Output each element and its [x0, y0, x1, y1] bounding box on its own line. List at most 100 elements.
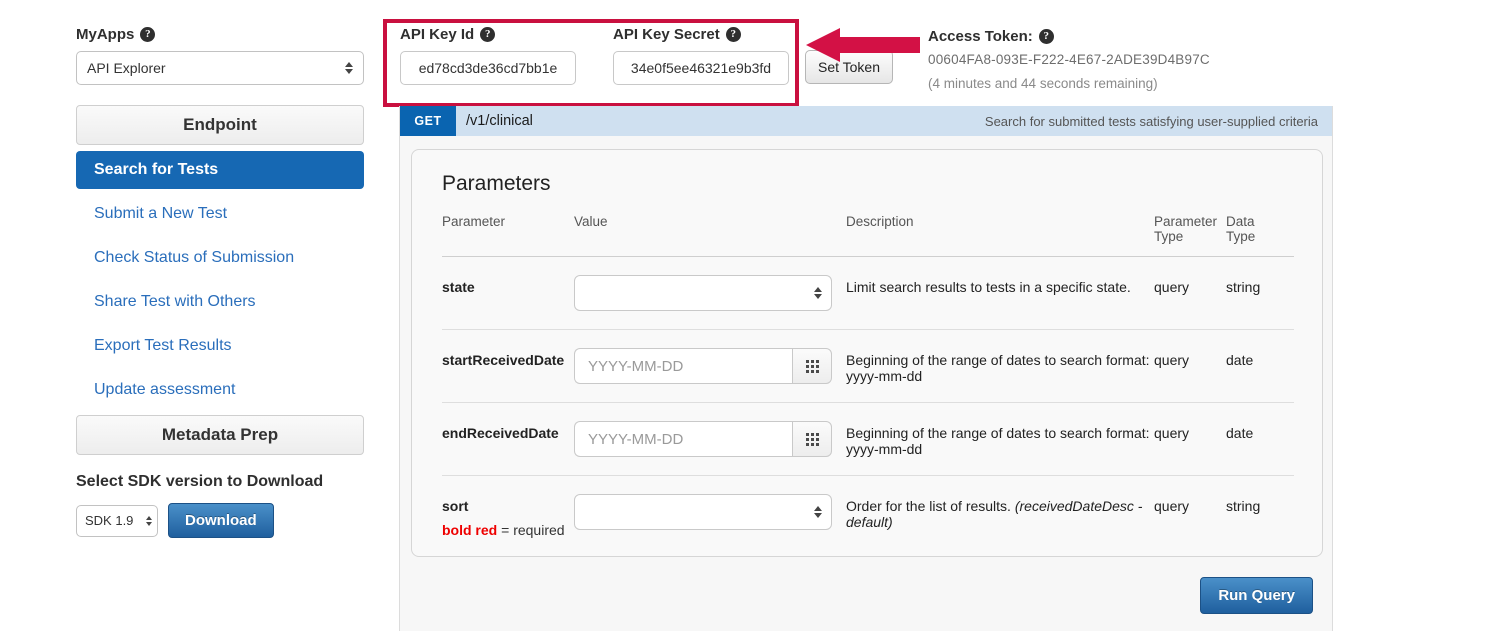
data-type-line1: Data: [1226, 214, 1255, 229]
table-row: state Limit search results to tests in a…: [442, 256, 1294, 330]
param-type-endreceiveddate: query: [1154, 402, 1226, 476]
param-name-startreceiveddate: startReceivedDate: [442, 329, 574, 403]
myapps-label-text: MyApps: [76, 26, 135, 43]
api-key-id-group: API Key Id ? ed78cd3de36cd7bb1e: [400, 26, 576, 85]
column-header-value: Value: [574, 214, 846, 257]
column-header-parameter: Parameter: [442, 214, 574, 257]
calendar-picker-button[interactable]: [792, 421, 832, 457]
table-row: endReceivedDate YYYY-MM-DD Beginning of …: [442, 402, 1294, 476]
required-legend-rest: = required: [497, 522, 565, 538]
myapps-select-value: API Explorer: [87, 60, 166, 76]
calendar-picker-button[interactable]: [792, 348, 832, 384]
sidebar-item-label: Check Status of Submission: [94, 249, 295, 266]
access-token-value: 00604FA8-093E-F222-4E67-2ADE39D4B97C: [928, 52, 1210, 67]
api-key-id-value: ed78cd3de36cd7bb1e: [418, 60, 558, 76]
api-key-secret-value: 34e0f5ee46321e9b3fd: [630, 60, 772, 76]
sidebar-item-label: Export Test Results: [94, 337, 232, 354]
param-type-startreceiveddate: query: [1154, 329, 1226, 403]
chevron-updown-icon: [146, 515, 152, 526]
sdk-download-row: SDK 1.9 Download: [76, 503, 366, 538]
sidebar-item-label: Share Test with Others: [94, 293, 256, 310]
help-icon[interactable]: ?: [725, 27, 741, 42]
help-icon[interactable]: ?: [140, 27, 156, 42]
param-value-cell-sort: [574, 476, 846, 549]
table-row: startReceivedDate YYYY-MM-DD Beginning o…: [442, 329, 1294, 403]
required-legend: bold red = required: [442, 522, 565, 538]
required-legend-bold: bold red: [442, 522, 498, 538]
data-type-sort: string: [1226, 498, 1261, 514]
chevron-updown-icon: [345, 62, 353, 74]
run-query-button[interactable]: Run Query: [1200, 577, 1313, 614]
sidebar-item-share-test-with-others[interactable]: Share Test with Others: [76, 283, 364, 321]
left-pointing-arrow-icon: [806, 28, 920, 62]
access-token-box: Access Token: ? 00604FA8-093E-F222-4E67-…: [928, 28, 1210, 91]
parameters-table: Parameter Value Description Parameter Ty…: [442, 214, 1294, 548]
parameters-title: Parameters: [442, 172, 551, 195]
myapps-select[interactable]: API Explorer: [76, 51, 364, 85]
param-name-state: state: [442, 256, 574, 330]
param-description-state: Limit search results to tests in a speci…: [846, 256, 1154, 330]
api-key-secret-label: API Key Secret ?: [613, 26, 789, 43]
metadata-prep-section-header: Metadata Prep: [76, 415, 364, 455]
access-token-title: Access Token: ?: [928, 28, 1210, 45]
sidebar-item-export-test-results[interactable]: Export Test Results: [76, 327, 364, 365]
help-icon[interactable]: ?: [480, 27, 496, 42]
api-key-secret-group: API Key Secret ? 34e0f5ee46321e9b3fd: [613, 26, 789, 85]
endpoint-section-header: Endpoint: [76, 105, 364, 145]
http-method-badge: GET: [400, 106, 456, 136]
calendar-grid-icon: [805, 432, 819, 446]
endpoint-section-header-label: Endpoint: [183, 115, 257, 134]
endpoint-nav-list: Search for Tests Submit a New Test Check…: [76, 151, 364, 409]
access-token-remaining: (4 minutes and 44 seconds remaining): [928, 76, 1158, 91]
api-key-secret-label-text: API Key Secret: [613, 26, 720, 43]
sort-select[interactable]: [574, 494, 832, 530]
startreceiveddate-input[interactable]: YYYY-MM-DD: [574, 348, 792, 384]
param-value-cell-endreceiveddate: YYYY-MM-DD: [574, 402, 846, 476]
parameter-type-line2: Type: [1154, 229, 1184, 244]
parameters-table-header-row: Parameter Value Description Parameter Ty…: [442, 214, 1294, 257]
main-panel: GET /v1/clinical Search for submitted te…: [399, 106, 1333, 631]
param-description-sort: Order for the list of results. (received…: [846, 476, 1154, 549]
api-key-id-label-text: API Key Id: [400, 26, 475, 43]
sidebar-item-label: Search for Tests: [94, 161, 219, 178]
param-type-sort: query: [1154, 498, 1190, 514]
help-icon[interactable]: ?: [1038, 29, 1054, 44]
calendar-grid-icon: [805, 359, 819, 373]
endpoint-description: Search for submitted tests satisfying us…: [984, 113, 1318, 129]
api-key-id-input[interactable]: ed78cd3de36cd7bb1e: [400, 51, 576, 85]
sidebar-item-search-for-tests[interactable]: Search for Tests: [76, 151, 364, 189]
page-root: MyApps ? API Explorer Endpoint Search fo…: [0, 0, 1500, 631]
param-name-endreceiveddate: endReceivedDate: [442, 402, 574, 476]
sidebar-item-label: Submit a New Test: [94, 205, 228, 222]
sidebar-item-check-status-of-submission[interactable]: Check Status of Submission: [76, 239, 364, 277]
sidebar-item-submit-a-new-test[interactable]: Submit a New Test: [76, 195, 364, 233]
startreceiveddate-field: YYYY-MM-DD: [574, 348, 832, 384]
download-button[interactable]: Download: [168, 503, 274, 538]
column-header-data-type: Data Type: [1226, 214, 1294, 257]
endpoint-path: /v1/clinical: [466, 113, 533, 129]
parameter-type-line1: Parameter: [1154, 214, 1218, 229]
myapps-label: MyApps ?: [76, 26, 366, 43]
table-row: sort Order for the list of results. (rec…: [442, 476, 1294, 549]
state-select[interactable]: [574, 275, 832, 311]
param-value-cell-startreceiveddate: YYYY-MM-DD: [574, 329, 846, 403]
data-type-state: string: [1226, 256, 1294, 330]
api-key-id-label: API Key Id ?: [400, 26, 576, 43]
param-description-endreceiveddate: Beginning of the range of dates to searc…: [846, 402, 1154, 476]
data-type-line2: Type: [1226, 229, 1256, 244]
endreceiveddate-input[interactable]: YYYY-MM-DD: [574, 421, 792, 457]
data-type-startreceiveddate: date: [1226, 329, 1294, 403]
sidebar-item-label: Update assessment: [94, 381, 236, 398]
column-header-description: Description: [846, 214, 1154, 257]
sidebar-item-update-assessment[interactable]: Update assessment: [76, 371, 364, 409]
access-token-title-text: Access Token:: [928, 28, 1033, 45]
metadata-prep-header-label: Metadata Prep: [161, 425, 279, 444]
column-header-parameter-type: Parameter Type: [1154, 214, 1226, 257]
data-type-endreceiveddate: date: [1226, 402, 1294, 476]
endpoint-bar: GET /v1/clinical Search for submitted te…: [400, 106, 1332, 136]
sdk-version-title: Select SDK version to Download: [76, 473, 324, 490]
sdk-version-select[interactable]: SDK 1.9: [76, 504, 158, 537]
param-value-cell-state: [574, 256, 846, 330]
api-key-secret-input[interactable]: 34e0f5ee46321e9b3fd: [613, 51, 789, 85]
parameters-card: Parameters Parameter Value Description P…: [411, 149, 1323, 557]
